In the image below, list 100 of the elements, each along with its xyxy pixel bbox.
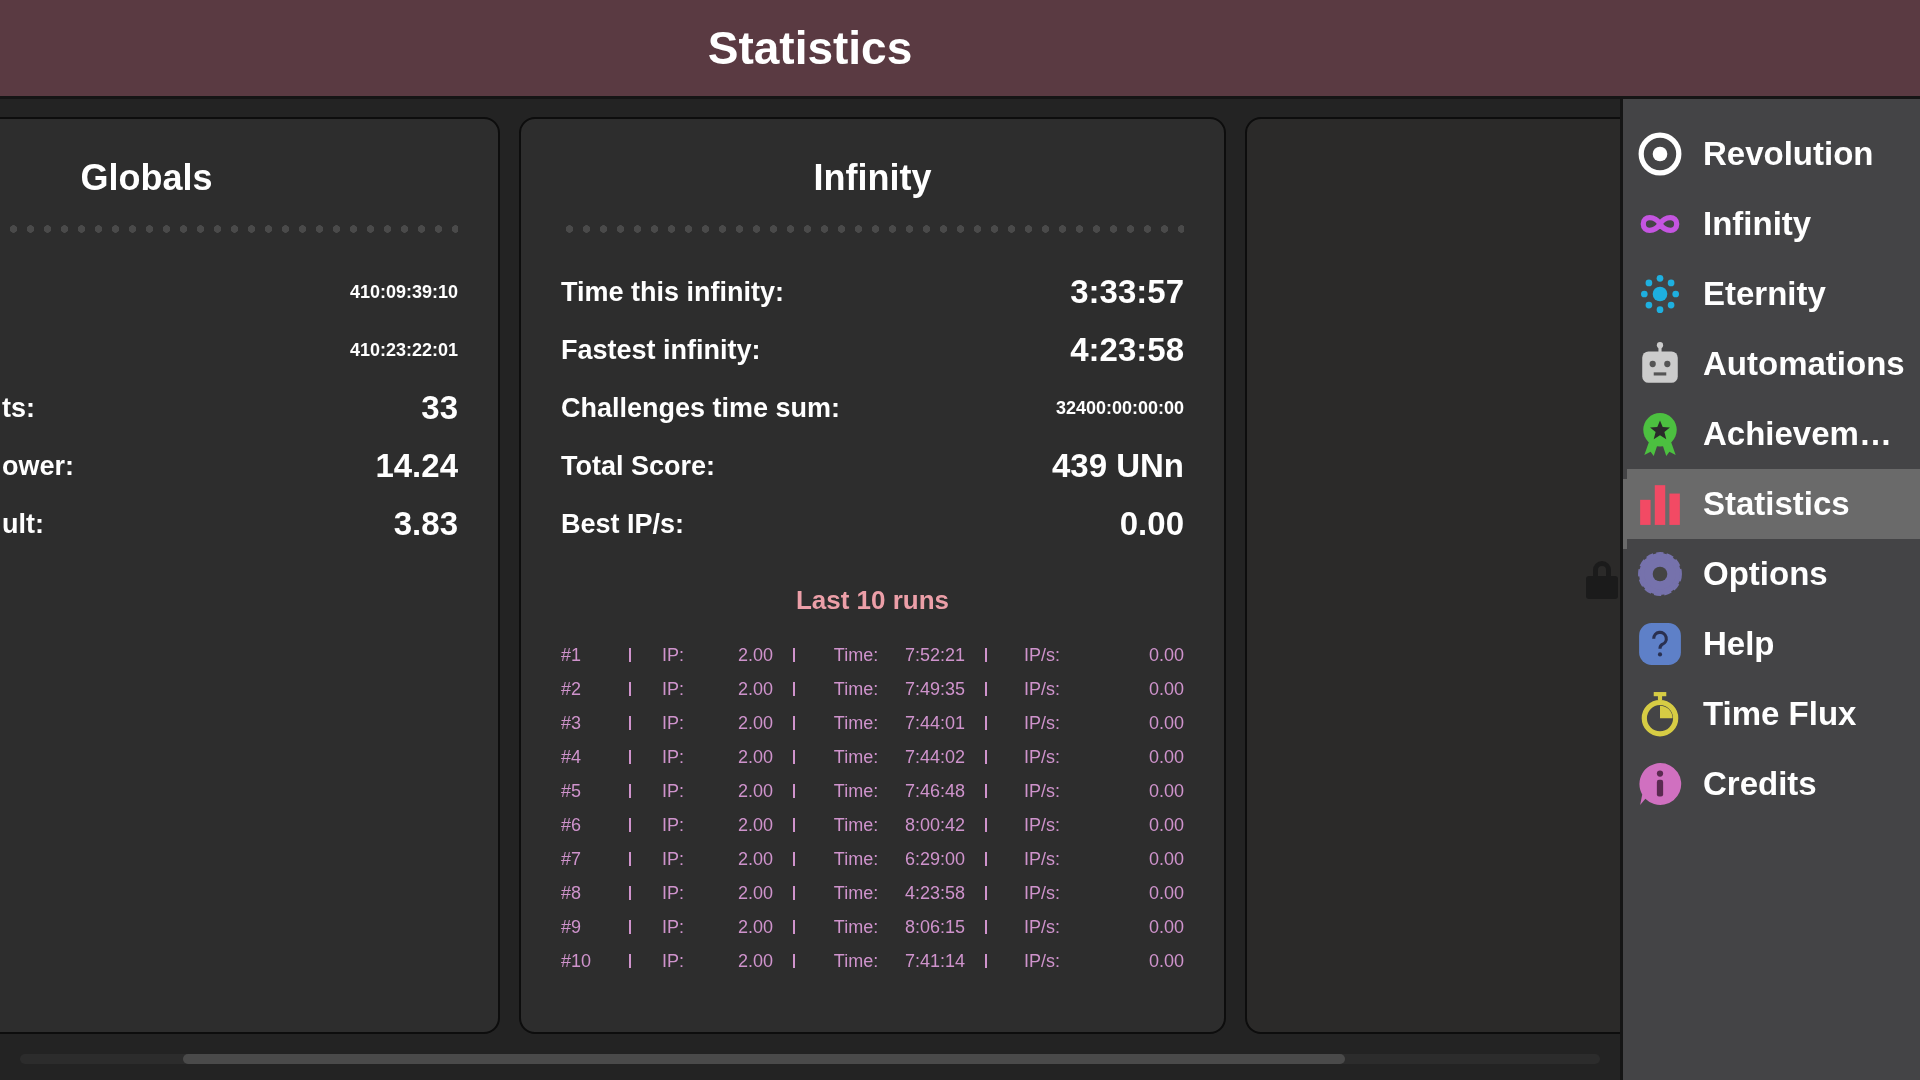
- stat-value: 439 UNn: [1051, 447, 1184, 485]
- run-time-label: Time:: [833, 746, 879, 768]
- run-time-label: Time:: [833, 712, 879, 734]
- run-rate-label: IP/s:: [1024, 814, 1060, 836]
- run-rate-label: IP/s:: [1024, 882, 1060, 904]
- sidebar-item[interactable]: Infinity: [1627, 189, 1920, 259]
- run-time-label: Time:: [833, 644, 879, 666]
- run-time-value: 8:00:42: [904, 814, 965, 836]
- settings-icon: [1637, 551, 1683, 597]
- run-rate-value: 0.00: [1148, 882, 1184, 904]
- run-rate-value: 0.00: [1148, 780, 1184, 802]
- run-rate-value: 0.00: [1148, 644, 1184, 666]
- sidebar-item[interactable]: Time Flux: [1627, 679, 1920, 749]
- run-time-value: 7:49:35: [904, 678, 965, 700]
- run-rate-value: 0.00: [1148, 678, 1184, 700]
- run-ip-value: 2.00: [737, 712, 773, 734]
- runs-heading: Last 10 runs: [794, 585, 951, 616]
- sidebar-item[interactable]: Eternity: [1627, 259, 1920, 329]
- run-ip-label: IP:: [662, 814, 684, 836]
- run-time-label: Time:: [833, 678, 879, 700]
- info-icon: [1637, 761, 1683, 807]
- scrollbar-thumb[interactable]: [183, 1054, 1345, 1064]
- run-ip-value: 2.00: [737, 950, 773, 972]
- horizontal-scrollbar[interactable]: [20, 1054, 1600, 1064]
- stat-value: 410:23:22:01: [349, 339, 458, 361]
- run-rate-label: IP/s:: [1024, 712, 1060, 734]
- stat-label: Best IP/s:: [561, 508, 685, 540]
- run-ip-value: 2.00: [737, 780, 773, 802]
- run-time-label: Time:: [833, 950, 879, 972]
- ring-icon: [1637, 131, 1683, 177]
- run-time-value: 8:06:15: [904, 916, 965, 938]
- stat-label: Challenges time sum:: [561, 392, 841, 424]
- run-rank: #1: [561, 644, 583, 666]
- stat-label: Time this infinity:: [561, 276, 784, 308]
- run-ip-label: IP:: [662, 746, 684, 768]
- run-rank: #5: [561, 780, 583, 802]
- sidebar-item[interactable]: Help: [1627, 609, 1920, 679]
- run-ip-label: IP:: [662, 950, 684, 972]
- stat-value: 3:33:57: [1070, 273, 1184, 311]
- card-title: Globals: [79, 157, 214, 199]
- run-rank: #8: [561, 882, 583, 904]
- run-rate-label: IP/s:: [1024, 678, 1060, 700]
- stat-label: ower:: [2, 450, 74, 482]
- run-ip-value: 2.00: [737, 814, 773, 836]
- run-ip-value: 2.00: [737, 916, 773, 938]
- run-rate-label: IP/s:: [1024, 848, 1060, 870]
- run-ip-value: 2.00: [737, 746, 773, 768]
- run-rate-value: 0.00: [1148, 746, 1184, 768]
- run-rate-label: IP/s:: [1024, 780, 1060, 802]
- run-rate-label: IP/s:: [1024, 746, 1060, 768]
- run-rate-value: 0.00: [1148, 814, 1184, 836]
- sidebar-item[interactable]: Automations: [1627, 329, 1920, 399]
- run-time-label: Time:: [833, 916, 879, 938]
- run-time-value: 4:23:58: [904, 882, 965, 904]
- run-rank: #6: [561, 814, 583, 836]
- run-time-value: 7:44:01: [904, 712, 965, 734]
- run-ip-label: IP:: [662, 882, 684, 904]
- sidebar-item[interactable]: Statistics: [1627, 469, 1920, 539]
- card-title: Infinity: [812, 157, 933, 199]
- run-time-label: Time:: [833, 814, 879, 836]
- stat-value: 32400:00:00:00: [1055, 397, 1184, 419]
- run-rank: #4: [561, 746, 583, 768]
- stat-label: Fastest infinity:: [561, 334, 761, 366]
- stat-label: ts:: [2, 392, 35, 424]
- scrollbar-thumb[interactable]: [1623, 479, 1627, 549]
- run-time-value: 6:29:00: [904, 848, 965, 870]
- run-ip-value: 2.00: [737, 678, 773, 700]
- stat-value: 4:23:58: [1070, 331, 1184, 369]
- sidebar-item[interactable]: Options: [1627, 539, 1920, 609]
- stat-value: 410:09:39:10: [349, 281, 458, 303]
- run-rank: #10: [561, 950, 593, 972]
- sidebar-item[interactable]: Revolution: [1627, 119, 1920, 189]
- run-rate-value: 0.00: [1148, 950, 1184, 972]
- stat-value: 0.00: [1119, 505, 1184, 543]
- run-ip-label: IP:: [662, 678, 684, 700]
- run-rank: #2: [561, 678, 583, 700]
- run-ip-value: 2.00: [737, 882, 773, 904]
- run-rank: #9: [561, 916, 583, 938]
- run-time-value: 7:46:48: [904, 780, 965, 802]
- run-ip-value: 2.00: [737, 848, 773, 870]
- sidebar-item[interactable]: Credits: [1627, 749, 1920, 819]
- stat-label: Total Score:: [561, 450, 716, 482]
- run-rate-label: IP/s:: [1024, 644, 1060, 666]
- run-time-value: 7:44:02: [904, 746, 965, 768]
- run-rate-value: 0.00: [1148, 848, 1184, 870]
- run-ip-label: IP:: [662, 848, 684, 870]
- run-ip-label: IP:: [662, 712, 684, 734]
- run-ip-label: IP:: [662, 780, 684, 802]
- stat-value: 14.24: [375, 447, 458, 485]
- run-time-label: Time:: [833, 780, 879, 802]
- run-rate-label: IP/s:: [1024, 950, 1060, 972]
- run-ip-label: IP:: [662, 644, 684, 666]
- sidebar-item[interactable]: Achievem…: [1627, 399, 1920, 469]
- run-time-value: 7:41:14: [904, 950, 965, 972]
- run-time-label: Time:: [833, 882, 879, 904]
- run-time-value: 7:52:21: [904, 644, 965, 666]
- run-rate-value: 0.00: [1148, 916, 1184, 938]
- stat-value: 3.83: [393, 505, 458, 543]
- stat-label: ult:: [2, 508, 44, 540]
- run-time-label: Time:: [833, 848, 879, 870]
